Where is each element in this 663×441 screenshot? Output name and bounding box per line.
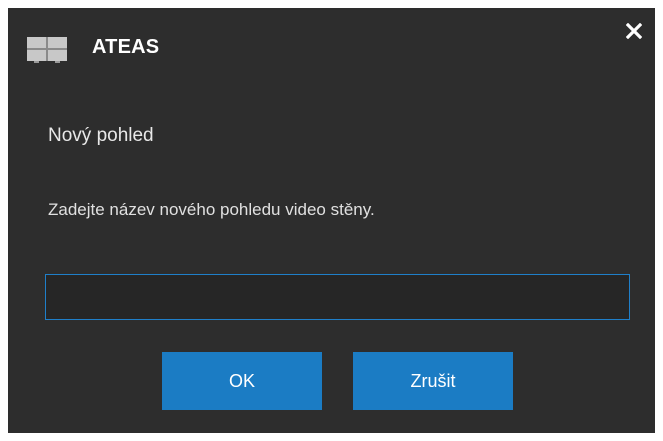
new-view-dialog: ATEAS Nový pohled Zadejte název nového p… <box>8 8 655 433</box>
window-title: ATEAS <box>92 36 160 58</box>
title-bar: ATEAS <box>8 8 655 82</box>
ok-button[interactable]: OK <box>162 352 322 410</box>
view-name-input[interactable] <box>45 274 630 320</box>
cancel-button[interactable]: Zrušit <box>353 352 513 410</box>
close-icon <box>625 22 643 44</box>
close-button[interactable] <box>619 18 649 48</box>
video-wall-icon <box>27 37 67 63</box>
dialog-prompt: Zadejte název nového pohledu video stěny… <box>48 200 375 219</box>
dialog-heading: Nový pohled <box>48 125 154 146</box>
